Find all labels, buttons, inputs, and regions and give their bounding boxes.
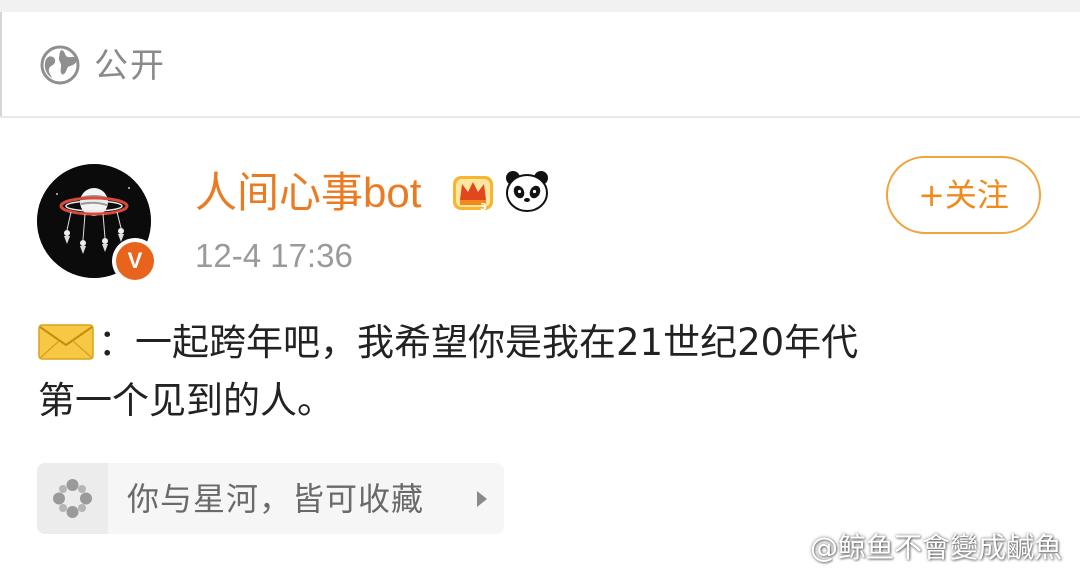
post-body: ：一起跨年吧，我希望你是我在21世纪20年代 第一个见到的人。 bbox=[38, 314, 1048, 430]
watermark-text: @鲸鱼不會變成鹹魚 bbox=[810, 531, 1063, 564]
crown-icon: 3 bbox=[453, 176, 493, 213]
post-line-1: ：一起跨年吧，我希望你是我在21世纪20年代 bbox=[38, 314, 1048, 372]
visibility-row[interactable]: 公开 bbox=[0, 12, 1080, 118]
topic-card[interactable]: 你与星河，皆可收藏 bbox=[37, 463, 504, 534]
watermark: @鲸鱼不會變成鹹魚 bbox=[768, 528, 1062, 568]
topic-icon-box bbox=[37, 463, 108, 534]
pinwheel-icon bbox=[53, 479, 92, 518]
visibility-label: 公开 bbox=[94, 46, 166, 86]
author-name[interactable]: 人间心事bot bbox=[195, 168, 421, 218]
top-separator-bar bbox=[0, 0, 1080, 12]
globe-icon bbox=[40, 45, 80, 85]
verified-badge: V bbox=[112, 238, 158, 284]
verified-badge-label: V bbox=[116, 242, 154, 280]
chevron-right-icon bbox=[477, 491, 487, 507]
post-text-line-2: 第一个见到的人。 bbox=[38, 379, 334, 422]
post-text-line-1: ：一起跨年吧，我希望你是我在21世纪20年代 bbox=[98, 321, 859, 364]
svg-text:3: 3 bbox=[480, 202, 487, 213]
follow-button[interactable]: +关注 bbox=[886, 156, 1041, 234]
weibo-logo-icon bbox=[768, 533, 806, 561]
envelope-icon bbox=[38, 324, 94, 360]
post-timestamp: 12-4 17:36 bbox=[195, 237, 353, 274]
topic-label: 你与星河，皆可收藏 bbox=[127, 480, 425, 518]
left-edge-divider bbox=[0, 12, 2, 116]
panda-icon bbox=[506, 171, 548, 212]
